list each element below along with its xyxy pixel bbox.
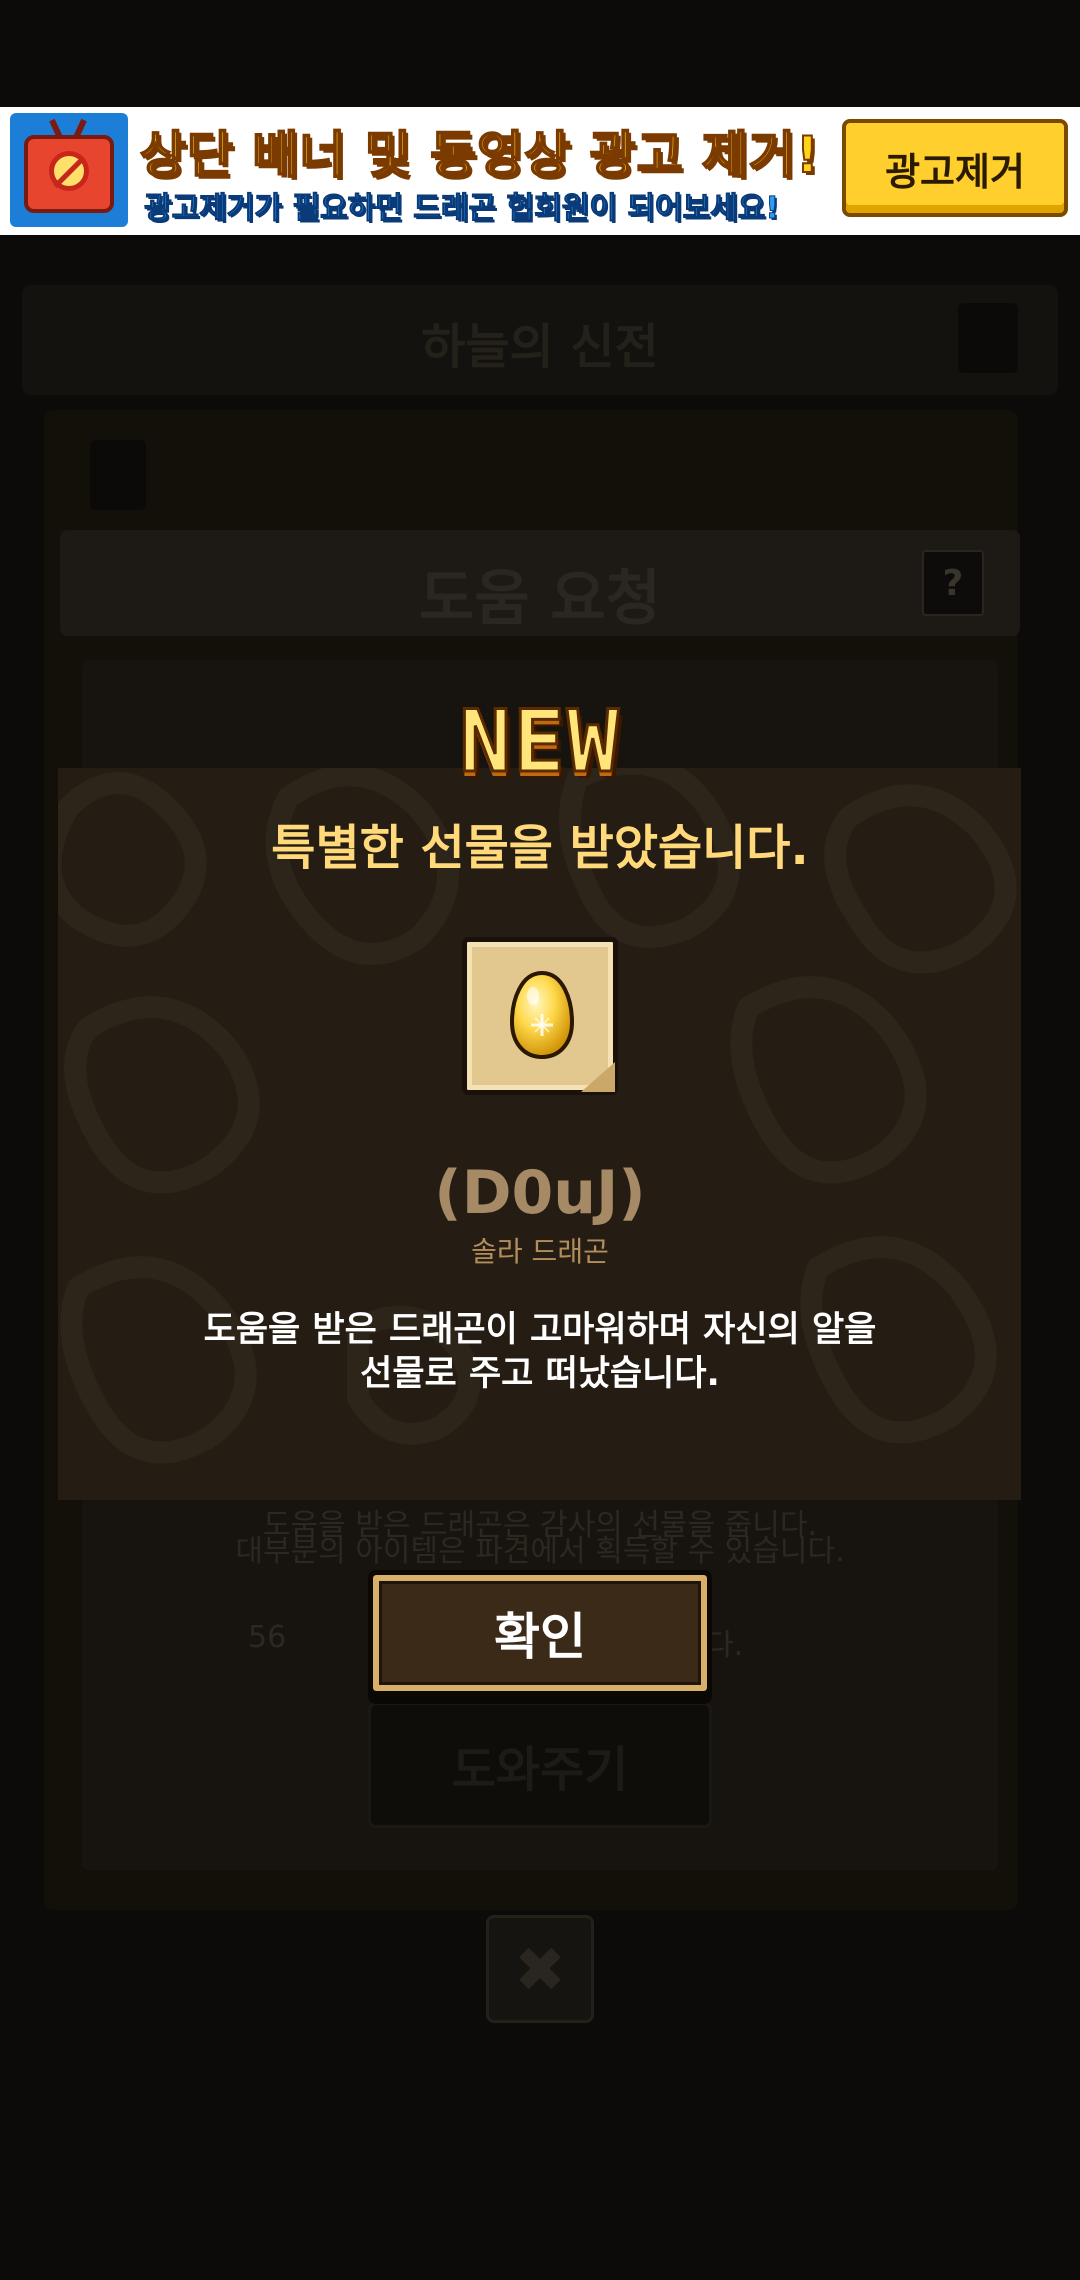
help-question-button: ? [922,550,984,616]
close-button: ✖ [486,1915,594,2023]
menu-icon [958,303,1018,373]
background-header: 하늘의 신전 [22,285,1058,395]
item-code: (D0uJ) [434,1158,646,1228]
help-request-title: 도움 요청 [419,564,661,634]
screen: 상단 배너 및 동영상 광고 제거! 광고제거가 필요하면 드래곤 협회원이 되… [0,0,1080,2280]
confirm-button[interactable]: 확인 [368,1570,712,1696]
no-ads-tv-icon [10,113,128,227]
item-frame [462,937,618,1095]
item-name: 솔라 드래곤 [471,1235,609,1268]
modal-description: 도움을 받은 드래곤이 고마워하며 자신의 알을 선물로 주고 떠났습니다. [0,1308,1080,1396]
remaining-count: 56 [248,1620,287,1655]
help-button: 도와주기 [368,1702,712,1828]
ad-subtitle: 광고제거가 필요하면 드래곤 협회원이 되어보세요! [143,191,780,227]
ad-banner[interactable]: 상단 배너 및 동영상 광고 제거! 광고제거가 필요하면 드래곤 협회원이 되… [0,107,1080,235]
new-badge: NEW [458,691,621,794]
modal-title: 특별한 선물을 받았습니다. [271,820,809,876]
modal-description-line: 선물로 주고 떠났습니다. [360,1354,720,1394]
background-header-title: 하늘의 신전 [421,319,659,375]
ad-title: 상단 배너 및 동영상 광고 제거! [139,125,820,185]
remove-ads-button[interactable]: 광고제거 [842,119,1068,217]
modal-description-line: 도움을 받은 드래곤이 고마워하며 자신의 알을 [203,1310,877,1350]
golden-egg-icon [509,970,575,1060]
notice-line: 대부분의 아이템은 파견에서 획득할 수 있습니다. [235,1534,845,1569]
help-request-header: 도움 요청 ? [60,530,1020,636]
panel-icon [90,440,146,510]
close-icon: ✖ [514,1932,566,2006]
